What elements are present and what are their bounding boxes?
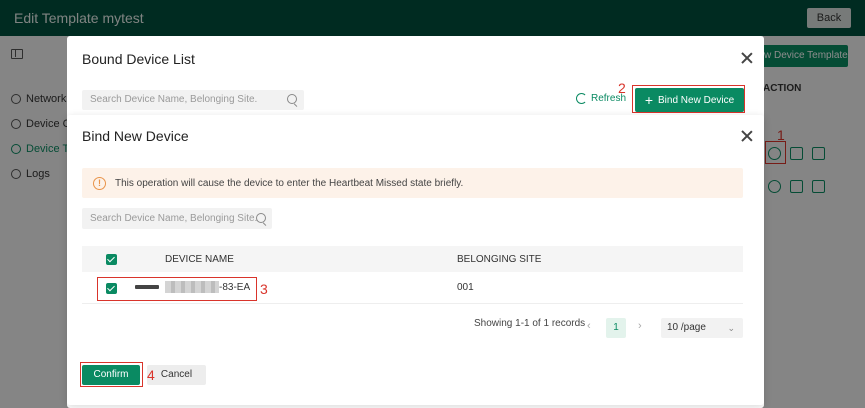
cancel-button[interactable]: Cancel: [147, 365, 206, 385]
refresh-icon: [576, 93, 587, 104]
warning-icon: !: [93, 176, 106, 190]
next-page-icon[interactable]: ›: [638, 320, 642, 332]
annotation-box-2: [632, 85, 745, 113]
annotation-step-4: 4: [147, 367, 155, 383]
bind-new-device-modal: Bind New Device ! This operation will ca…: [67, 115, 764, 405]
search-icon: [256, 213, 266, 223]
close-icon[interactable]: [740, 129, 754, 143]
annotation-step-2: 2: [618, 80, 626, 96]
search-input[interactable]: Search Device Name, Belonging Site.: [82, 90, 304, 110]
modal-title: Bound Device List: [82, 51, 195, 67]
page-size-select[interactable]: 10 /page ⌄: [661, 318, 743, 338]
annotation-box-3: [97, 277, 257, 301]
page-size-value: 10 /page: [667, 322, 706, 333]
search-input[interactable]: Search Device Name, Belonging Site.: [82, 208, 272, 229]
annotation-step-3: 3: [260, 281, 268, 297]
belonging-site-cell: 001: [457, 282, 474, 293]
table-header: DEVICE NAME BELONGING SITE: [82, 246, 743, 272]
page-number-current[interactable]: 1: [606, 318, 626, 338]
select-all-checkbox[interactable]: [106, 254, 117, 265]
modal-title: Bind New Device: [82, 128, 189, 144]
warning-text: This operation will cause the device to …: [115, 177, 464, 189]
column-header-device-name: DEVICE NAME: [165, 254, 234, 265]
warning-banner: ! This operation will cause the device t…: [82, 168, 743, 198]
search-icon: [287, 94, 297, 104]
column-header-belonging-site: BELONGING SITE: [457, 254, 542, 265]
chevron-down-icon: ⌄: [727, 323, 735, 333]
prev-page-icon[interactable]: ‹: [587, 320, 591, 332]
pagination-summary: Showing 1-1 of 1 records: [474, 318, 586, 329]
annotation-box-4: [80, 362, 143, 387]
close-icon[interactable]: [740, 51, 754, 65]
